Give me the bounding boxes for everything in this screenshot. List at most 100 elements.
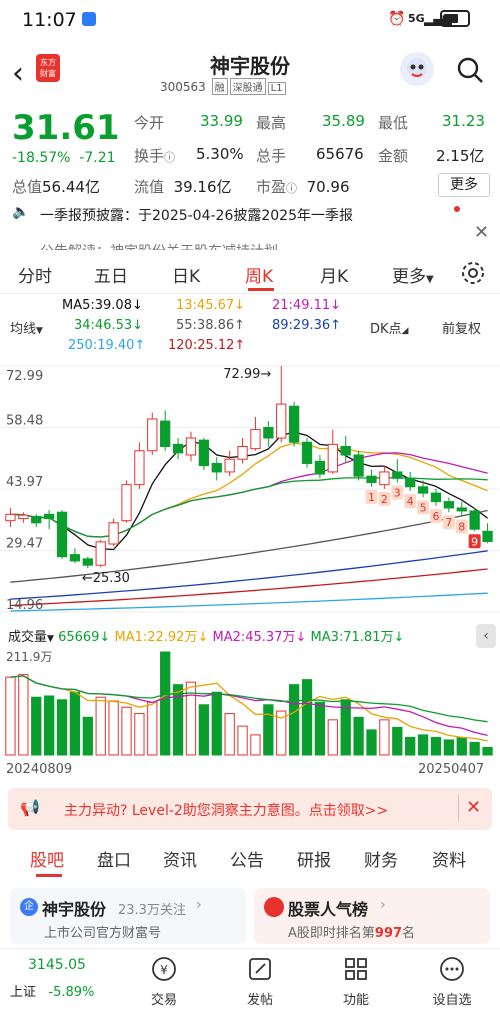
- candle-body: [366, 475, 377, 484]
- open-label: 今开: [134, 114, 165, 132]
- index-widget[interactable]: 3145.05 上证 -5.89%: [10, 957, 94, 1000]
- candle-body: [301, 441, 313, 464]
- tab-more[interactable]: 更多▼: [392, 262, 434, 287]
- volume-chart: [5, 651, 493, 756]
- nav-add-watchlist[interactable]: 设自选: [422, 949, 482, 1008]
- tab-weekly-k[interactable]: 周K: [245, 262, 273, 287]
- chart-tabs: 分时 五日 日K 周K 月K 更多▼: [0, 258, 500, 294]
- candle-body: [392, 471, 403, 479]
- ma5-label: MA5:39.08↓: [62, 298, 143, 313]
- tab-intraday[interactable]: 分时: [18, 262, 52, 287]
- tab-forum[interactable]: 股吧: [30, 846, 64, 871]
- nav-post[interactable]: 发帖: [230, 949, 290, 1008]
- volume-bar: [263, 704, 274, 756]
- volume-bar: [147, 701, 158, 756]
- card-followers: 23.3万关注: [118, 903, 186, 918]
- company-icon: 企: [20, 898, 38, 916]
- tab-orderbook[interactable]: 盘口: [97, 846, 131, 871]
- volume-bar: [417, 734, 429, 756]
- more-quote-button[interactable]: 更多: [438, 173, 490, 197]
- dk-number: 3: [394, 487, 401, 500]
- price-change: -18.57% -7.21: [12, 150, 116, 166]
- card-subtitle: 上市公司官方财富号: [44, 926, 162, 941]
- tab-daily-k[interactable]: 日K: [172, 262, 200, 287]
- volume-bar: [237, 725, 248, 756]
- notice-bar[interactable]: 🔈 一季报预披露：于2025-04-26披露2025年一季报: [0, 202, 500, 226]
- indicator-dropdown[interactable]: 均线▼: [10, 318, 43, 337]
- tab-monthly-k[interactable]: 月K: [320, 262, 348, 287]
- high-value: 35.89: [322, 112, 365, 130]
- candle-body: [276, 403, 287, 439]
- candle-body: [417, 486, 429, 494]
- volume-bar: [301, 679, 313, 756]
- candle-body: [327, 443, 338, 473]
- candle-body: [379, 471, 390, 486]
- megaphone-icon: 📢: [20, 798, 40, 817]
- volume-bar: [314, 701, 326, 756]
- volume-bar: [430, 736, 442, 756]
- current-price: 31.61: [12, 108, 120, 148]
- candlestick-chart[interactable]: 72.99 58.48 43.97 29.47 14.96 72.99→ ←25.30 1 2 3…: [0, 356, 500, 622]
- settings-icon[interactable]: [460, 260, 486, 286]
- candle-body: [211, 462, 222, 473]
- amount-value: 2.15亿: [436, 147, 485, 165]
- ma13-label: 13:45.67↓: [176, 298, 246, 313]
- vol-ma2: MA2:45.37万↓: [212, 630, 307, 645]
- popularity-chevron-icon: ›: [380, 897, 386, 913]
- svg-text:¥: ¥: [160, 963, 168, 977]
- volume-max-label: 211.9万: [6, 650, 53, 664]
- candle-body: [353, 454, 364, 477]
- notice-peek: 公告解读：神宇股份关于股东减持计划: [40, 238, 440, 250]
- volume-bar: [379, 719, 390, 756]
- volume-label[interactable]: 成交量: [8, 630, 47, 645]
- alarm-icon: ⏰: [388, 11, 406, 27]
- candle-body: [224, 458, 235, 473]
- dk-number: 5: [420, 501, 427, 514]
- volume-bar: [5, 676, 16, 756]
- candle-body: [237, 446, 248, 460]
- nav-trade[interactable]: ¥ 交易: [134, 949, 194, 1008]
- close-banner-icon[interactable]: ✕: [466, 797, 481, 818]
- assistant-avatar[interactable]: [400, 52, 434, 86]
- volume-bar: [443, 739, 455, 756]
- forward-adjust-button[interactable]: 前复权: [442, 318, 481, 337]
- card-chevron-icon: ›: [196, 897, 202, 913]
- candle-body: [482, 530, 493, 542]
- tab-research[interactable]: 研报: [297, 846, 331, 871]
- volume-bar: [56, 699, 68, 756]
- volume-bar: [95, 696, 106, 756]
- low-label: 最低: [378, 114, 409, 132]
- popularity-card[interactable]: 股票人气榜 › A股即时排名第997名: [254, 888, 490, 944]
- volume-bar: [18, 674, 29, 756]
- low-annotation: ←25.30: [82, 571, 130, 586]
- promo-banner[interactable]: 📢 主力异动? Level-2助您洞察主力意图。点击领取>> ✕: [8, 788, 492, 830]
- nav-functions[interactable]: 功能: [326, 949, 386, 1008]
- candle-body: [469, 510, 480, 530]
- volume-bar: [482, 746, 493, 756]
- candle-body: [198, 439, 210, 467]
- volume-bar: [250, 734, 261, 756]
- company-account-card[interactable]: 企 神宇股份 23.3万关注 › 上市公司官方财富号: [10, 888, 246, 944]
- candle-body: [108, 522, 119, 545]
- close-notice-icon[interactable]: ✕: [474, 222, 489, 243]
- speaker-icon: 🔈: [12, 204, 30, 220]
- low-value: 31.23: [442, 112, 485, 130]
- price-axis-label: 14.96: [6, 598, 43, 613]
- tab-announcements[interactable]: 公告: [230, 846, 264, 871]
- tab-five-day[interactable]: 五日: [94, 262, 128, 287]
- info-tabs: 股吧 盘口 资讯 公告 研报 财务 资料: [0, 846, 500, 878]
- tab-profile[interactable]: 资料: [432, 846, 466, 871]
- tab-financials[interactable]: 财务: [364, 846, 398, 871]
- popularity-title: 股票人气榜: [288, 900, 369, 919]
- volume-bar: [69, 691, 81, 756]
- index-value: 3145.05: [28, 957, 86, 973]
- dk-number: 7: [445, 516, 452, 529]
- header: ‹ 东方 财富 神宇股份 300563 融深股通 L1: [0, 40, 500, 100]
- search-icon[interactable]: [456, 56, 484, 84]
- candle-body: [443, 501, 455, 509]
- ma250-label: 250:19.40↑: [68, 338, 146, 353]
- market-cap: 总值56.44亿: [12, 178, 100, 196]
- dk-point-dropdown[interactable]: DK点◢: [370, 318, 408, 337]
- index-name: 上证: [10, 985, 37, 1000]
- tab-news[interactable]: 资讯: [163, 846, 197, 871]
